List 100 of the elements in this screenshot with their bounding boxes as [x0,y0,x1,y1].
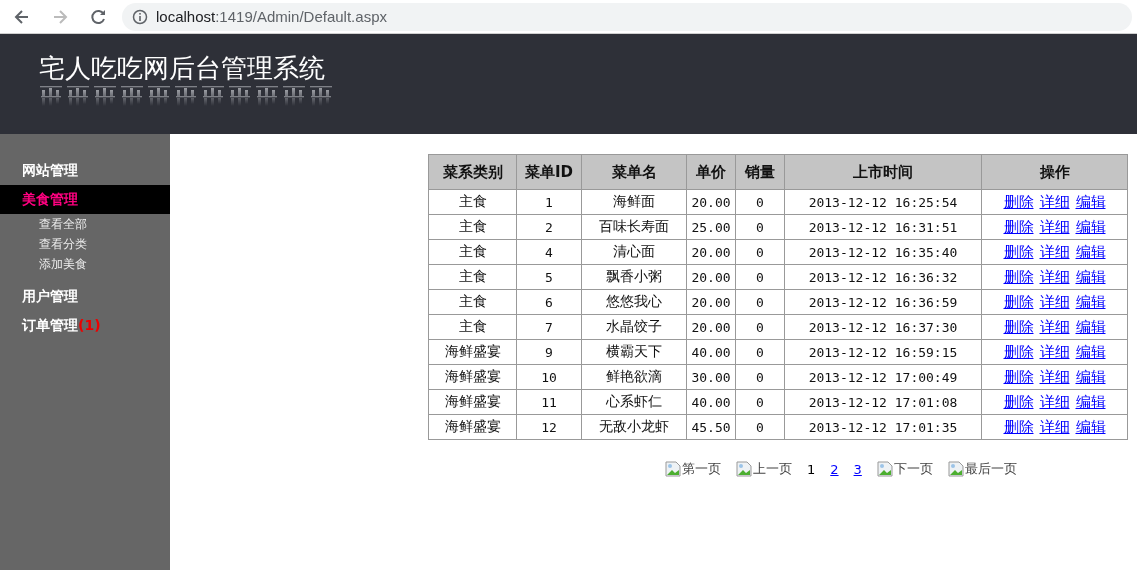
pager-link[interactable]: 上一页 [736,460,792,478]
info-icon [132,8,148,25]
table-cell: 0 [735,239,785,265]
table-cell: 0 [735,389,785,415]
table-cell: 25.00 [686,214,736,240]
submenu-item[interactable]: 查看全部 [0,214,170,234]
broken-image-icon [665,461,681,477]
column-header: 上市时间 [784,154,982,190]
site-title: 宅人吃吃网后台管理系统 [39,52,325,85]
table-cell: 11 [516,389,582,415]
table-cell: 主食 [428,314,517,340]
action-link[interactable]: 编辑 [1075,417,1106,436]
table-cell: 百味长寿面 [581,214,687,240]
page-number[interactable]: 3 [853,461,862,477]
action-link[interactable]: 删除 [1003,292,1034,311]
action-link[interactable]: 编辑 [1075,267,1106,286]
table-cell: 2013-12-12 16:36:32 [784,264,982,290]
table-cell: 6 [516,289,582,315]
action-link[interactable]: 编辑 [1075,292,1106,311]
action-link[interactable]: 删除 [1003,192,1034,211]
action-link[interactable]: 详细 [1039,317,1070,336]
table-cell: 4 [516,239,582,265]
action-link[interactable]: 编辑 [1075,217,1106,236]
action-link[interactable]: 删除 [1003,217,1034,236]
table-cell: 30.00 [686,364,736,390]
action-link[interactable]: 详细 [1039,217,1070,236]
pager-label: 上一页 [753,460,792,478]
action-link[interactable]: 编辑 [1075,342,1106,361]
table-cell: 海鲜盛宴 [428,414,517,440]
action-link[interactable]: 详细 [1039,242,1070,261]
table-cell: 0 [735,364,785,390]
column-header: 菜系类别 [428,154,517,190]
sidebar-item[interactable]: 美食管理 [0,185,170,214]
table-cell: 2013-12-12 16:35:40 [784,239,982,265]
action-link[interactable]: 删除 [1003,267,1034,286]
pager-label: 第一页 [682,460,721,478]
table-cell: 2013-12-12 16:37:30 [784,314,982,340]
submenu-item[interactable]: 添加美食 [0,254,170,274]
column-header: 菜单ID [516,154,582,190]
table-cell: 鲜艳欲滴 [581,364,687,390]
table-cell: 20.00 [686,264,736,290]
broken-image-icon [736,461,752,477]
table-cell: 12 [516,414,582,440]
submenu-item[interactable]: 查看分类 [0,234,170,254]
table-cell: 主食 [428,239,517,265]
table-cell: 2013-12-12 17:01:35 [784,414,982,440]
table-cell: 0 [735,414,785,440]
page-number[interactable]: 2 [830,461,839,477]
action-link[interactable]: 删除 [1003,342,1034,361]
table-cell: 无敌小龙虾 [581,414,687,440]
action-link[interactable]: 删除 [1003,367,1034,386]
action-link[interactable]: 详细 [1039,417,1070,436]
action-link[interactable]: 编辑 [1075,367,1106,386]
action-link[interactable]: 详细 [1039,392,1070,411]
table-cell: 2013-12-12 16:59:15 [784,339,982,365]
action-link[interactable]: 编辑 [1075,192,1106,211]
action-link[interactable]: 编辑 [1075,317,1106,336]
action-link[interactable]: 删除 [1003,242,1034,261]
table-cell: 0 [735,264,785,290]
column-header: 操作 [981,154,1128,190]
table-cell: 45.50 [686,414,736,440]
action-link[interactable]: 编辑 [1075,392,1106,411]
table-cell: 7 [516,314,582,340]
table-cell: 0 [735,314,785,340]
table-cell: 20.00 [686,314,736,340]
table-cell: 0 [735,189,785,215]
table-cell: 主食 [428,189,517,215]
table-cell: 海鲜盛宴 [428,364,517,390]
table-cell: 2 [516,214,582,240]
table-cell: 1 [516,189,582,215]
column-header: 单价 [686,154,736,190]
action-link[interactable]: 详细 [1039,192,1070,211]
action-link[interactable]: 详细 [1039,292,1070,311]
pager-link[interactable]: 第一页 [665,460,721,478]
address-bar[interactable]: localhost:1419/Admin/Default.aspx [122,2,1132,31]
sidebar-item[interactable]: 订单管理(1) [0,311,170,340]
table-cell: 主食 [428,264,517,290]
pager-link[interactable]: 下一页 [876,460,933,478]
action-link[interactable]: 详细 [1039,367,1070,386]
action-link[interactable]: 删除 [1003,392,1034,411]
table-cell: 20.00 [686,239,736,265]
table-cell: 40.00 [686,389,736,415]
table-cell: 悠悠我心 [581,289,687,315]
pager-link[interactable]: 最后一页 [947,460,1017,478]
action-link[interactable]: 编辑 [1075,242,1106,261]
action-link[interactable]: 删除 [1003,417,1034,436]
action-link[interactable]: 详细 [1039,267,1070,286]
table-cell: 0 [735,214,785,240]
broken-image-icon [876,461,893,477]
table-cell: 2013-12-12 16:31:51 [784,214,982,240]
sidebar-item[interactable]: 网站管理 [0,156,170,185]
table-cell: 海鲜盛宴 [428,339,517,365]
column-header: 菜单名 [581,154,687,190]
sidebar-item[interactable]: 用户管理 [0,282,170,311]
table-cell: 海鲜面 [581,189,687,215]
action-link[interactable]: 详细 [1039,342,1070,361]
action-link[interactable]: 删除 [1003,317,1034,336]
order-count: (1) [78,317,101,333]
table-cell: 5 [516,264,582,290]
table-cell: 2013-12-12 17:00:49 [784,364,982,390]
